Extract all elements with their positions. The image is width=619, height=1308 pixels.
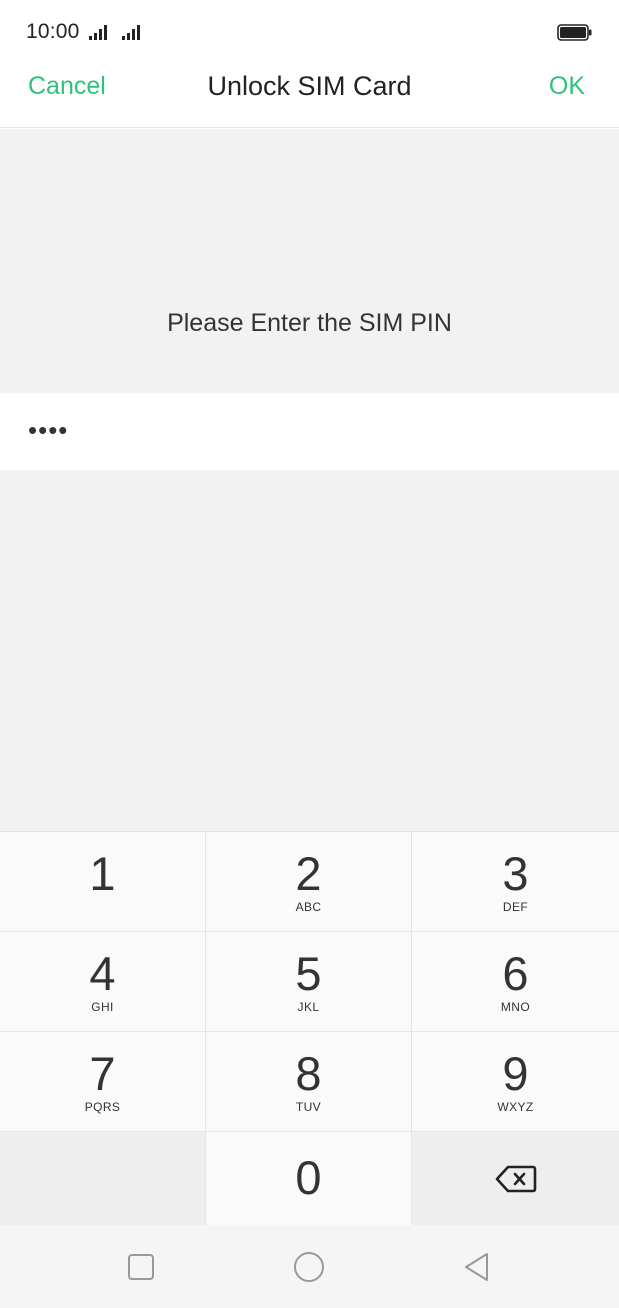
key-8[interactable]: 8 TUV — [206, 1031, 412, 1131]
key-4[interactable]: 4 GHI — [0, 931, 206, 1031]
header-bar: Cancel Unlock SIM Card OK — [0, 62, 619, 128]
key-letters: MNO — [500, 1000, 531, 1014]
pin-input[interactable]: •••• — [0, 393, 619, 470]
key-digit: 3 — [502, 847, 529, 900]
navigation-bar — [0, 1225, 619, 1308]
key-letters: ABC — [295, 900, 322, 914]
key-digit: 6 — [502, 947, 529, 1000]
back-icon[interactable] — [461, 1251, 493, 1283]
key-2[interactable]: 2 ABC — [206, 831, 412, 931]
key-blank — [0, 1131, 206, 1226]
key-6[interactable]: 6 MNO — [412, 931, 619, 1031]
status-time: 10:00 — [26, 20, 80, 43]
pin-value: •••• — [28, 415, 69, 445]
key-3[interactable]: 3 DEF — [412, 831, 619, 931]
prompt-text: Please Enter the SIM PIN — [167, 309, 452, 337]
numeric-keypad: 1 2 ABC 3 DEF 4 GHI 5 JKL 6 MNO 7 PQRS 8… — [0, 831, 619, 1226]
backspace-icon — [495, 1165, 536, 1193]
key-digit: 0 — [295, 1151, 322, 1204]
key-digit: 9 — [502, 1047, 529, 1100]
unlock-sim-screen: 10:00 Cancel Unlock SIM Card OK Please E… — [0, 0, 619, 1308]
key-letters: WXYZ — [497, 1100, 534, 1114]
home-icon[interactable] — [293, 1251, 325, 1283]
key-digit: 2 — [295, 847, 322, 900]
empty-area — [0, 470, 619, 831]
backspace-button[interactable] — [412, 1131, 619, 1226]
key-1[interactable]: 1 — [0, 831, 206, 931]
key-letters: PQRS — [84, 1100, 121, 1114]
status-bar: 10:00 — [0, 0, 619, 62]
key-letters: DEF — [502, 900, 529, 914]
signal-icon — [89, 25, 107, 40]
key-letters: TUV — [295, 1100, 322, 1114]
key-5[interactable]: 5 JKL — [206, 931, 412, 1031]
recent-apps-icon[interactable] — [125, 1251, 157, 1283]
key-digit: 7 — [89, 1047, 116, 1100]
key-7[interactable]: 7 PQRS — [0, 1031, 206, 1131]
signal-icon — [122, 25, 140, 40]
prompt-area: Please Enter the SIM PIN — [0, 129, 619, 393]
cancel-button[interactable]: Cancel — [28, 72, 106, 101]
key-letters: JKL — [297, 1000, 320, 1014]
ok-button[interactable]: OK — [549, 72, 585, 101]
key-9[interactable]: 9 WXYZ — [412, 1031, 619, 1131]
key-digit: 8 — [295, 1047, 322, 1100]
key-digit: 4 — [89, 947, 116, 1000]
battery-icon — [557, 24, 592, 41]
key-digit: 1 — [89, 847, 116, 900]
key-digit: 5 — [295, 947, 322, 1000]
key-0[interactable]: 0 — [206, 1131, 412, 1226]
key-letters: GHI — [91, 1000, 114, 1014]
